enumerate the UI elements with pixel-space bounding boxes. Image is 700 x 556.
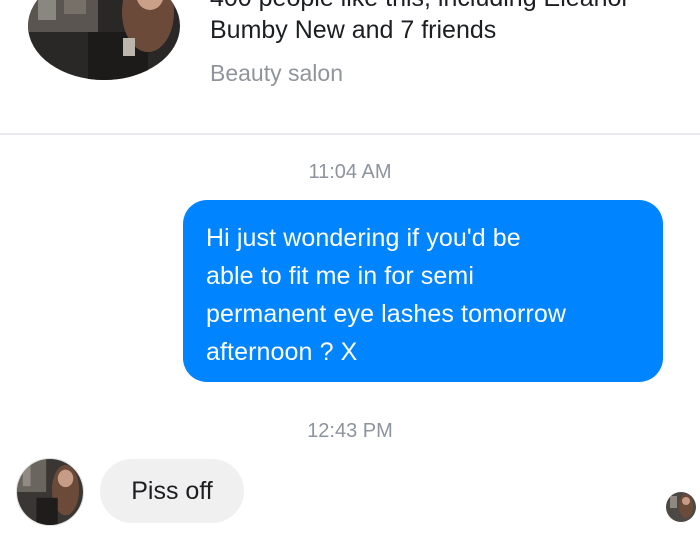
outgoing-message-bubble[interactable]: Hi just wondering if you'd be able to fi… [183, 200, 663, 382]
message-timestamp: 11:04 AM [308, 161, 392, 183]
message-line: permanent eye lashes tomorrow [206, 300, 567, 328]
incoming-message-bubble[interactable]: Piss off [100, 459, 244, 523]
page-info-header: 400 people like this, including Eleanor … [0, 0, 700, 135]
sender-avatar[interactable] [16, 458, 84, 526]
message-line: Hi just wondering if you'd be [206, 224, 521, 252]
page-likes-text: 400 people like this, including Eleanor [210, 0, 630, 13]
message-timestamp: 12:43 PM [307, 420, 393, 442]
seen-avatar-icon [666, 492, 696, 522]
salon-photo-icon [28, 0, 180, 80]
page-friends-text: Bumby New and 7 friends [210, 16, 497, 44]
message-line: able to fit me in for semi [206, 262, 474, 290]
page-category: Beauty salon [210, 60, 343, 86]
message-line: afternoon ? X [206, 338, 358, 366]
header-divider [0, 133, 700, 135]
salon-photo-icon [17, 459, 83, 525]
page-avatar[interactable] [28, 0, 180, 80]
